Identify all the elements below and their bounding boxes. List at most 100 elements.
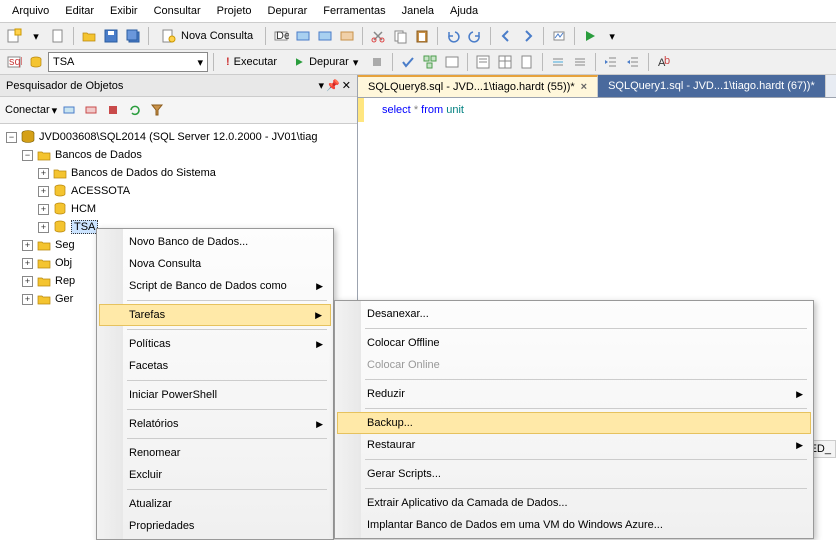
- ctx-rename[interactable]: Renomear: [99, 442, 331, 464]
- ctx-new-database[interactable]: Novo Banco de Dados...: [99, 231, 331, 253]
- sql-button[interactable]: sql: [4, 52, 24, 72]
- dropdown-icon[interactable]: ▾: [319, 79, 325, 92]
- new-file-button[interactable]: [48, 26, 68, 46]
- results-text-button[interactable]: [473, 52, 493, 72]
- collapse-icon[interactable]: −: [6, 132, 17, 143]
- ctx-generate-scripts[interactable]: Gerar Scripts...: [337, 463, 811, 485]
- tree-sysdb[interactable]: +Bancos de Dados do Sistema: [0, 164, 357, 182]
- tab-sqlquery8[interactable]: SQLQuery8.sql - JVD...1\tiago.hardt (55)…: [358, 75, 598, 97]
- execute-button[interactable]: ! Executar: [219, 53, 284, 71]
- close-icon[interactable]: ✕: [342, 79, 351, 92]
- new-query-button[interactable]: Nova Consulta: [154, 25, 260, 47]
- menu-ajuda[interactable]: Ajuda: [442, 2, 486, 20]
- menu-exibir[interactable]: Exibir: [102, 2, 146, 20]
- outdent-button[interactable]: [623, 52, 643, 72]
- new-project-button[interactable]: [4, 26, 24, 46]
- tree-db-hcm[interactable]: +HCM: [0, 200, 357, 218]
- expand-icon[interactable]: +: [38, 204, 49, 215]
- expand-icon[interactable]: +: [38, 168, 49, 179]
- menu-ferramentas[interactable]: Ferramentas: [315, 2, 393, 20]
- plan-button[interactable]: [420, 52, 440, 72]
- tree-databases[interactable]: −Bancos de Dados: [0, 146, 357, 164]
- nav-back-button[interactable]: [496, 26, 516, 46]
- collapse-icon[interactable]: −: [22, 150, 33, 161]
- tree-server[interactable]: −JVD003608\SQL2014 (SQL Server 12.0.2000…: [0, 128, 357, 146]
- ctx-restore[interactable]: Restaurar▶: [337, 434, 811, 456]
- ctx-script-database[interactable]: Script de Banco de Dados como▶: [99, 275, 331, 297]
- menu-editar[interactable]: Editar: [57, 2, 102, 20]
- sql-operator: *: [414, 104, 418, 116]
- ctx-offline[interactable]: Colocar Offline: [337, 332, 811, 354]
- play-button[interactable]: [580, 26, 600, 46]
- expand-icon[interactable]: +: [22, 240, 33, 251]
- expand-icon[interactable]: +: [22, 258, 33, 269]
- disconnect-button[interactable]: [81, 100, 101, 120]
- ctx-refresh[interactable]: Atualizar: [99, 493, 331, 515]
- tab-sqlquery1[interactable]: SQLQuery1.sql - JVD...1\tiago.hardt (67)…: [598, 75, 826, 97]
- options-button[interactable]: [442, 52, 462, 72]
- ctx-policies[interactable]: Políticas▶: [99, 333, 331, 355]
- ctx-delete[interactable]: Excluir: [99, 464, 331, 486]
- database-icon: [52, 183, 68, 199]
- expand-icon[interactable]: +: [38, 222, 49, 233]
- results-grid-button[interactable]: [495, 52, 515, 72]
- dropdown2-icon[interactable]: ▾: [602, 26, 622, 46]
- stop-conn-button[interactable]: [103, 100, 123, 120]
- cut-button[interactable]: [368, 26, 388, 46]
- refresh-button[interactable]: [125, 100, 145, 120]
- ctx-detach[interactable]: Desanexar...: [337, 303, 811, 325]
- ctx-powershell[interactable]: Iniciar PowerShell: [99, 384, 331, 406]
- change-conn-button[interactable]: [26, 52, 46, 72]
- ctx-reports[interactable]: Relatórios▶: [99, 413, 331, 435]
- debug-label: Depurar: [309, 56, 349, 68]
- uncomment-button[interactable]: [570, 52, 590, 72]
- ctx-new-query[interactable]: Nova Consulta: [99, 253, 331, 275]
- menu-janela[interactable]: Janela: [394, 2, 442, 20]
- filter-button[interactable]: [147, 100, 167, 120]
- warning-icon: !: [226, 56, 230, 68]
- activity-button[interactable]: [549, 26, 569, 46]
- connect-button[interactable]: [59, 100, 79, 120]
- ctx-properties[interactable]: Propriedades: [99, 515, 331, 537]
- expand-icon[interactable]: +: [22, 276, 33, 287]
- indent-button[interactable]: [601, 52, 621, 72]
- ctx-deploy-azure[interactable]: Implantar Banco de Dados em uma VM do Wi…: [337, 514, 811, 536]
- dropdown-icon[interactable]: ▾: [26, 26, 46, 46]
- results-file-button[interactable]: [517, 52, 537, 72]
- menu-projeto[interactable]: Projeto: [209, 2, 260, 20]
- save-button[interactable]: [101, 26, 121, 46]
- nav-fwd-button[interactable]: [518, 26, 538, 46]
- specify-values-button[interactable]: Ab: [654, 52, 674, 72]
- expand-icon[interactable]: +: [38, 186, 49, 197]
- de-button[interactable]: De: [271, 26, 291, 46]
- menu-consultar[interactable]: Consultar: [146, 2, 209, 20]
- ctx-extract-dacpac[interactable]: Extrair Aplicativo da Camada de Dados...: [337, 492, 811, 514]
- pin-icon[interactable]: 📌: [326, 79, 340, 92]
- save-all-button[interactable]: [123, 26, 143, 46]
- undo-button[interactable]: [443, 26, 463, 46]
- ctx-tasks[interactable]: Tarefas▶: [99, 304, 331, 326]
- paste-button[interactable]: [412, 26, 432, 46]
- ctx-backup[interactable]: Backup...: [337, 412, 811, 434]
- redo-button[interactable]: [465, 26, 485, 46]
- xm-button[interactable]: [337, 26, 357, 46]
- debug-button[interactable]: Depurar ▾: [286, 53, 365, 72]
- sql-editor[interactable]: select * from unit: [358, 98, 836, 122]
- chevron-down-icon[interactable]: ▾: [52, 104, 58, 117]
- copy-button[interactable]: [390, 26, 410, 46]
- stop-button[interactable]: [367, 52, 387, 72]
- menu-arquivo[interactable]: Arquivo: [4, 2, 57, 20]
- chevron-right-icon: ▶: [316, 419, 323, 430]
- database-combo[interactable]: TSA ▾: [48, 52, 208, 72]
- open-button[interactable]: [79, 26, 99, 46]
- comment-button[interactable]: [548, 52, 568, 72]
- parse-button[interactable]: [398, 52, 418, 72]
- dm-button[interactable]: [315, 26, 335, 46]
- md-button[interactable]: [293, 26, 313, 46]
- menu-depurar[interactable]: Depurar: [260, 2, 316, 20]
- close-icon[interactable]: ×: [581, 81, 587, 93]
- ctx-facets[interactable]: Facetas: [99, 355, 331, 377]
- ctx-reduce[interactable]: Reduzir▶: [337, 383, 811, 405]
- expand-icon[interactable]: +: [22, 294, 33, 305]
- tree-db-acessota[interactable]: +ACESSOTA: [0, 182, 357, 200]
